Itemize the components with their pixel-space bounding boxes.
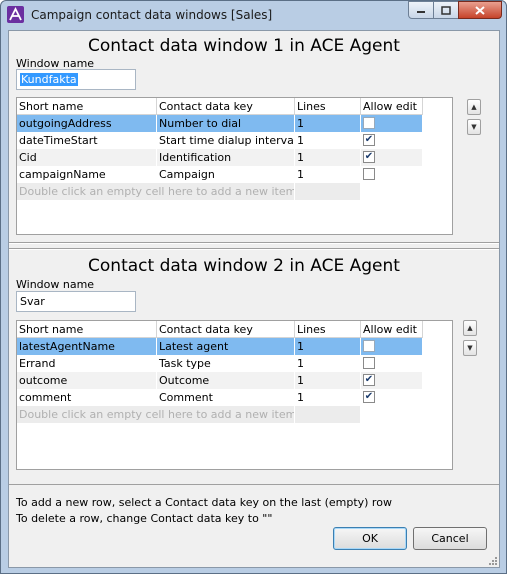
pane-2-title: Contact data window 2 in ACE Agent bbox=[88, 256, 400, 276]
contact-data-table-2: Short name Contact data key Lines Allow … bbox=[16, 320, 453, 470]
help-text: To add a new row, select a Contact data … bbox=[16, 495, 392, 527]
move-down-button[interactable]: ▼ bbox=[467, 119, 481, 135]
window-title: Campaign contact data windows [Sales] bbox=[31, 8, 273, 22]
table-row[interactable]: campaignName Campaign 1 bbox=[17, 166, 452, 183]
allow-edit-checkbox[interactable] bbox=[363, 340, 375, 352]
table-row[interactable]: latestAgentName Latest agent 1 bbox=[17, 338, 452, 355]
dialog-body: Contact data window 1 in ACE Agent Windo… bbox=[8, 30, 500, 568]
pane-1-title: Contact data window 1 in ACE Agent bbox=[88, 36, 400, 56]
lines-cell[interactable]: 1 bbox=[295, 338, 361, 355]
close-button[interactable] bbox=[458, 1, 502, 19]
arrow-down-icon: ▼ bbox=[471, 123, 477, 131]
maximize-icon bbox=[441, 5, 451, 15]
ace-logo-icon bbox=[7, 6, 24, 23]
lines-cell[interactable]: 1 bbox=[295, 149, 361, 166]
table-header: Short name Contact data key Lines Allow … bbox=[17, 98, 452, 115]
contact-window-1-pane: Contact data window 1 in ACE Agent Windo… bbox=[9, 31, 499, 243]
ok-button-label: OK bbox=[362, 532, 378, 545]
column-header-key[interactable]: Contact data key bbox=[157, 98, 295, 115]
cancel-button-label: Cancel bbox=[431, 532, 469, 545]
column-header-short-name[interactable]: Short name bbox=[17, 98, 157, 115]
maximize-button[interactable] bbox=[433, 1, 459, 19]
allow-edit-checkbox[interactable]: ✔ bbox=[363, 374, 375, 386]
lines-cell[interactable]: 1 bbox=[295, 372, 361, 389]
short-name-cell[interactable]: campaignName bbox=[17, 166, 157, 183]
contact-data-key-cell[interactable]: Identification bbox=[157, 149, 295, 166]
column-header-key[interactable]: Contact data key bbox=[157, 321, 295, 338]
arrow-up-icon: ▲ bbox=[471, 103, 477, 111]
column-header-allow-edit[interactable]: Allow edit bbox=[361, 98, 423, 115]
lines-cell[interactable]: 1 bbox=[295, 115, 361, 132]
short-name-cell[interactable]: comment bbox=[17, 389, 157, 406]
contact-data-key-cell[interactable]: Start time dialup interval bbox=[157, 132, 295, 149]
move-up-button[interactable]: ▲ bbox=[463, 320, 477, 336]
contact-data-key-cell[interactable]: Outcome bbox=[157, 372, 295, 389]
table-header: Short name Contact data key Lines Allow … bbox=[17, 321, 452, 338]
table-row[interactable]: outcome Outcome 1 ✔ bbox=[17, 372, 452, 389]
contact-data-key-cell[interactable]: Latest agent bbox=[157, 338, 295, 355]
column-header-short-name[interactable]: Short name bbox=[17, 321, 157, 338]
lines-cell[interactable]: 1 bbox=[295, 166, 361, 183]
window-name-value: Kundfakta bbox=[20, 73, 78, 86]
allow-edit-checkbox[interactable]: ✔ bbox=[363, 391, 375, 403]
table-row[interactable]: outgoingAddress Number to dial 1 bbox=[17, 115, 452, 132]
close-icon bbox=[475, 5, 485, 15]
window-name-input[interactable]: Kundfakta bbox=[16, 69, 136, 90]
arrow-up-icon: ▲ bbox=[467, 324, 473, 332]
table-row[interactable]: comment Comment 1 ✔ bbox=[17, 389, 452, 406]
empty-row[interactable]: Double click an empty cell here to add a… bbox=[17, 406, 452, 423]
minimize-button[interactable] bbox=[408, 1, 434, 19]
cancel-button[interactable]: Cancel bbox=[413, 527, 487, 550]
contact-data-key-cell[interactable]: Campaign bbox=[157, 166, 295, 183]
short-name-cell[interactable]: outcome bbox=[17, 372, 157, 389]
column-header-allow-edit[interactable]: Allow edit bbox=[361, 321, 423, 338]
title-bar[interactable]: Campaign contact data windows [Sales] bbox=[1, 1, 506, 29]
contact-data-key-cell[interactable]: Number to dial bbox=[157, 115, 295, 132]
column-header-lines[interactable]: Lines bbox=[295, 98, 361, 115]
resize-grip-icon[interactable] bbox=[487, 555, 497, 565]
contact-data-table-1: Short name Contact data key Lines Allow … bbox=[16, 97, 453, 235]
move-down-button[interactable]: ▼ bbox=[463, 340, 477, 356]
allow-edit-checkbox[interactable]: ✔ bbox=[363, 151, 375, 163]
move-row-controls-1: ▲ ▼ bbox=[467, 99, 481, 139]
allow-edit-checkbox[interactable] bbox=[363, 168, 375, 180]
allow-edit-checkbox[interactable]: ✔ bbox=[363, 134, 375, 146]
empty-row-hint[interactable]: Double click an empty cell here to add a… bbox=[17, 406, 295, 423]
empty-row[interactable]: Double click an empty cell here to add a… bbox=[17, 183, 452, 200]
window-name-input[interactable]: Svar bbox=[16, 291, 136, 312]
lines-cell[interactable]: 1 bbox=[295, 132, 361, 149]
dialog-window: Campaign contact data windows [Sales] Co… bbox=[0, 0, 507, 574]
minimize-icon bbox=[417, 11, 425, 13]
empty-row-hint[interactable]: Double click an empty cell here to add a… bbox=[17, 183, 295, 200]
window-name-value: Svar bbox=[20, 295, 45, 308]
move-up-button[interactable]: ▲ bbox=[467, 99, 481, 115]
allow-edit-checkbox[interactable] bbox=[363, 117, 375, 129]
window-name-label: Window name bbox=[16, 278, 95, 291]
lines-cell[interactable]: 1 bbox=[295, 389, 361, 406]
short-name-cell[interactable]: dateTimeStart bbox=[17, 132, 157, 149]
help-line-delete: To delete a row, change Contact data key… bbox=[16, 512, 273, 525]
table-row[interactable]: Cid Identification 1 ✔ bbox=[17, 149, 452, 166]
short-name-cell[interactable]: Errand bbox=[17, 355, 157, 372]
contact-data-key-cell[interactable]: Comment bbox=[157, 389, 295, 406]
short-name-cell[interactable]: latestAgentName bbox=[17, 338, 157, 355]
contact-window-2-pane: Contact data window 2 in ACE Agent Windo… bbox=[9, 249, 499, 485]
lines-cell[interactable]: 1 bbox=[295, 355, 361, 372]
column-header-lines[interactable]: Lines bbox=[295, 321, 361, 338]
help-line-add: To add a new row, select a Contact data … bbox=[16, 496, 392, 509]
ok-button[interactable]: OK bbox=[333, 527, 407, 550]
short-name-cell[interactable]: Cid bbox=[17, 149, 157, 166]
table-row[interactable]: dateTimeStart Start time dialup interval… bbox=[17, 132, 452, 149]
contact-data-key-cell[interactable]: Task type bbox=[157, 355, 295, 372]
move-row-controls-2: ▲ ▼ bbox=[463, 320, 477, 360]
arrow-down-icon: ▼ bbox=[467, 344, 473, 352]
table-row[interactable]: Errand Task type 1 bbox=[17, 355, 452, 372]
short-name-cell[interactable]: outgoingAddress bbox=[17, 115, 157, 132]
allow-edit-checkbox[interactable] bbox=[363, 357, 375, 369]
